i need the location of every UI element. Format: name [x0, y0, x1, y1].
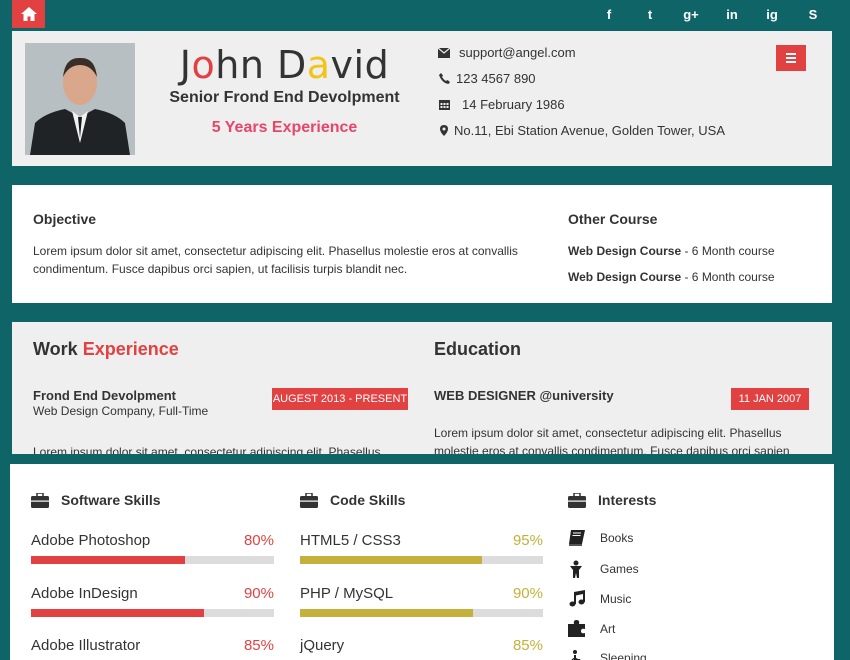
job-date-badge: AUGEST 2013 - PRESENT	[272, 388, 408, 410]
map-marker-icon	[434, 125, 454, 136]
menu-button[interactable]	[776, 45, 806, 71]
course-item: Web Design Course - 6 Month course	[568, 244, 775, 258]
objective-section: Objective Lorem ipsum dolor sit amet, co…	[12, 185, 832, 303]
contact-email: support@angel.com	[434, 45, 576, 60]
skill-fill	[300, 609, 473, 617]
code-skills-title: Code Skills	[300, 492, 405, 508]
facebook-icon[interactable]: f	[597, 0, 621, 28]
work-experience-title: Work Experience	[33, 339, 179, 359]
interest-item-games: Games	[568, 560, 639, 578]
interest-item-books: Books	[568, 530, 633, 546]
objective-title: Objective	[33, 211, 97, 227]
music-icon	[568, 590, 592, 607]
contact-birthday: 14 February 1986	[434, 97, 565, 112]
experience-years: 5 Years Experience	[211, 119, 358, 136]
course-item: Web Design Course - 6 Month course	[568, 270, 775, 284]
contact-address: No.11, Ebi Station Avenue, Golden Tower,…	[434, 123, 725, 138]
wheelchair-icon	[568, 650, 592, 660]
skills-section: Software Skills Adobe Photoshop 80% Adobe…	[10, 464, 834, 660]
contact-phone: 123 4567 890	[434, 71, 536, 86]
education-title: Education	[434, 339, 522, 359]
profile-photo	[25, 43, 135, 155]
profile-header: John David Senior Frond End Devolpment 5…	[12, 31, 832, 166]
job-text: Lorem ipsum dolor sit amet, consectetur …	[33, 445, 381, 454]
envelope-icon	[434, 47, 454, 58]
google-plus-icon[interactable]: g+	[679, 0, 703, 28]
job-company: Web Design Company, Full-Time	[33, 404, 209, 418]
linkedin-icon[interactable]: in	[720, 0, 744, 28]
skill-fill	[31, 609, 204, 617]
objective-text: Lorem ipsum dolor sit amet, consectetur …	[33, 244, 518, 276]
phone-icon	[434, 73, 454, 84]
puzzle-icon	[568, 620, 592, 637]
instagram-icon[interactable]: ig	[760, 0, 784, 28]
education-text: Lorem ipsum dolor sit amet, consectetur …	[434, 426, 790, 454]
job-title: Frond End Devolpment	[33, 388, 176, 403]
twitter-icon[interactable]: t	[638, 0, 662, 28]
interests-title: Interests	[568, 492, 656, 508]
education-date-badge: 11 JAN 2007	[731, 388, 809, 410]
interest-item-sleeping: Sleeping	[568, 650, 647, 660]
profile-role: Senior Frond End Devolpment	[169, 89, 400, 106]
book-icon	[568, 530, 592, 546]
skill-fill	[31, 556, 185, 564]
briefcase-icon	[300, 492, 318, 508]
home-button[interactable]	[12, 0, 45, 28]
degree-title: WEB DESIGNER @university	[434, 388, 614, 403]
gamer-icon	[568, 560, 592, 578]
interest-item-music: Music	[568, 590, 631, 607]
hamburger-icon	[786, 53, 796, 55]
experience-section: Work Experience Frond End Devolpment Web…	[12, 322, 832, 454]
top-bar: f t g+ in ig S	[0, 0, 850, 30]
briefcase-icon	[568, 492, 586, 508]
calendar-icon	[434, 99, 454, 110]
skill-fill	[300, 556, 483, 564]
skype-icon[interactable]: S	[801, 0, 825, 28]
other-course-title: Other Course	[568, 211, 658, 227]
profile-name: John David	[179, 43, 390, 87]
software-skills-title: Software Skills	[31, 492, 161, 508]
briefcase-icon	[31, 492, 49, 508]
home-icon	[20, 7, 37, 21]
interest-item-art: Art	[568, 620, 615, 637]
